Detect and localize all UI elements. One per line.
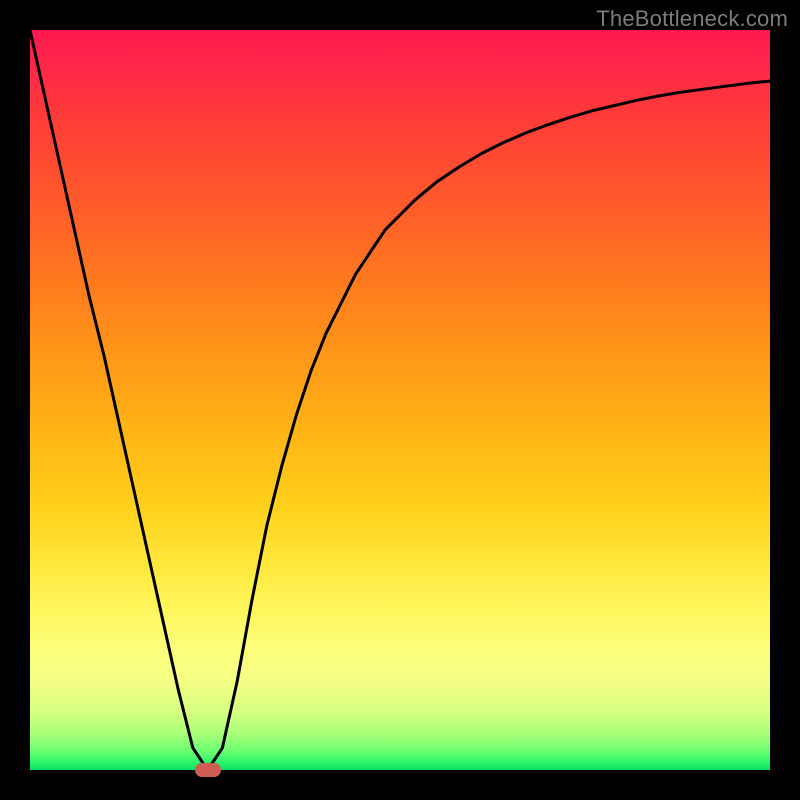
plot-area — [30, 30, 770, 770]
minimum-marker — [195, 763, 221, 777]
chart-container: TheBottleneck.com — [0, 0, 800, 800]
curve-svg — [30, 30, 770, 770]
bottleneck-curve — [30, 30, 770, 770]
watermark-text: TheBottleneck.com — [596, 6, 788, 32]
